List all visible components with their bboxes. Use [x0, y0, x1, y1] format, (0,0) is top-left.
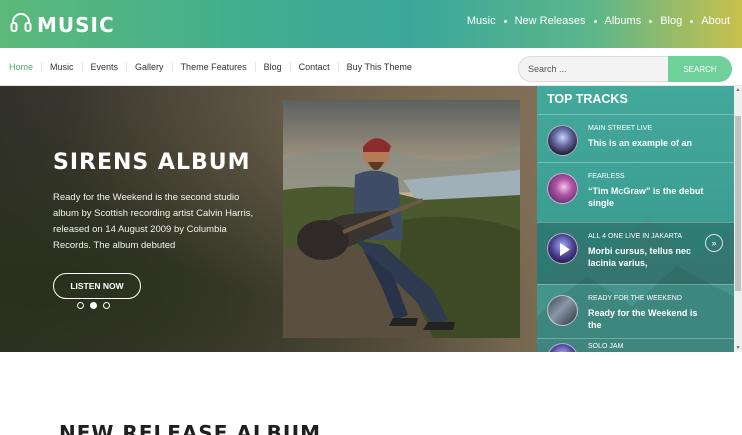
- top-tracks-panel: TOP TRACKS MAIN STREET LIVE This is an e…: [537, 86, 742, 352]
- scroll-up-icon[interactable]: ▲: [734, 86, 742, 94]
- play-icon[interactable]: [548, 234, 578, 264]
- track-item-active[interactable]: ALL 4 ONE LIVE IN JAKARTA Morbi cursus, …: [537, 222, 734, 284]
- menu-contact[interactable]: Contact: [289, 62, 338, 72]
- scrollbar-thumb[interactable]: [735, 116, 741, 291]
- nav-about[interactable]: About: [701, 15, 730, 27]
- site-logo[interactable]: MUSIC: [9, 10, 115, 39]
- track-name: Morbi cursus, tellus nec lacinia varius,: [588, 246, 692, 268]
- hero-slider: SIRENS ALBUM Ready for the Weekend is th…: [0, 86, 537, 352]
- menu-home[interactable]: Home: [0, 62, 41, 72]
- nav-albums[interactable]: Albums: [605, 15, 642, 27]
- tracks-scrollbar[interactable]: ▲ ▼: [734, 86, 742, 352]
- menu-buy-theme[interactable]: Buy This Theme: [337, 62, 420, 72]
- nav-separator: [649, 19, 653, 23]
- track-item[interactable]: FEARLESS “Tim McGraw” is the debut singl…: [537, 162, 734, 222]
- track-thumbnail: [547, 295, 578, 326]
- hero-title: SIRENS ALBUM: [53, 150, 251, 175]
- menu-theme-features[interactable]: Theme Features: [171, 62, 255, 72]
- track-artist: FEARLESS: [588, 173, 625, 180]
- menu-events[interactable]: Events: [81, 62, 127, 72]
- nav-music[interactable]: Music: [467, 15, 496, 27]
- nav-new-releases[interactable]: New Releases: [515, 15, 586, 27]
- main-nav: Music New Releases Albums Blog About: [467, 15, 730, 27]
- track-artist: SOLO JAM: [588, 343, 624, 350]
- album-photo: [283, 100, 520, 338]
- track-artist: READY FOR THE WEEKEND: [588, 295, 682, 302]
- top-tracks-title: TOP TRACKS: [547, 92, 628, 106]
- menu-blog[interactable]: Blog: [254, 62, 290, 72]
- track-name: Ready for the Weekend is the: [588, 308, 698, 330]
- nav-separator: [593, 19, 597, 23]
- slider-dot-3[interactable]: [103, 302, 110, 309]
- track-item[interactable]: READY FOR THE WEEKEND Ready for the Week…: [537, 284, 734, 338]
- slider-dots: [77, 302, 116, 309]
- track-thumbnail: [547, 125, 578, 156]
- scroll-down-icon[interactable]: ▼: [734, 344, 742, 352]
- hero-description: Ready for the Weekend is the second stud…: [53, 192, 254, 251]
- headphones-icon: [9, 10, 33, 39]
- track-artist: ALL 4 ONE LIVE IN JAKARTA: [588, 233, 683, 240]
- track-thumbnail: [547, 233, 578, 264]
- track-thumbnail: [547, 343, 578, 352]
- track-thumbnail: [547, 173, 578, 204]
- nav-separator: [690, 19, 694, 23]
- search-button[interactable]: SEARCH: [668, 56, 732, 82]
- menu-music[interactable]: Music: [41, 62, 82, 72]
- slider-dot-1[interactable]: [77, 302, 84, 309]
- track-name: This is an example of an: [588, 138, 693, 148]
- logo-text: MUSIC: [37, 12, 115, 37]
- section-title: NEW RELEASE ALBUM: [59, 421, 322, 435]
- secondary-menu: Home Music Events Gallery Theme Features…: [0, 62, 420, 72]
- nav-separator: [503, 19, 507, 23]
- menu-gallery[interactable]: Gallery: [126, 62, 172, 72]
- search-input[interactable]: [518, 56, 668, 82]
- track-item[interactable]: SOLO JAM: [537, 338, 734, 352]
- track-artist: MAIN STREET LIVE: [588, 125, 653, 132]
- nav-blog[interactable]: Blog: [660, 15, 682, 27]
- secondary-nav: Home Music Events Gallery Theme Features…: [0, 48, 742, 86]
- track-name: “Tim McGraw” is the debut single: [588, 186, 704, 208]
- listen-now-button[interactable]: LISTEN NOW: [53, 273, 141, 299]
- slider-dot-2[interactable]: [90, 302, 97, 309]
- track-item[interactable]: MAIN STREET LIVE This is an example of a…: [537, 114, 734, 168]
- chevron-double-right-icon[interactable]: »: [705, 234, 723, 252]
- top-header: MUSIC Music New Releases Albums Blog Abo…: [0, 0, 742, 48]
